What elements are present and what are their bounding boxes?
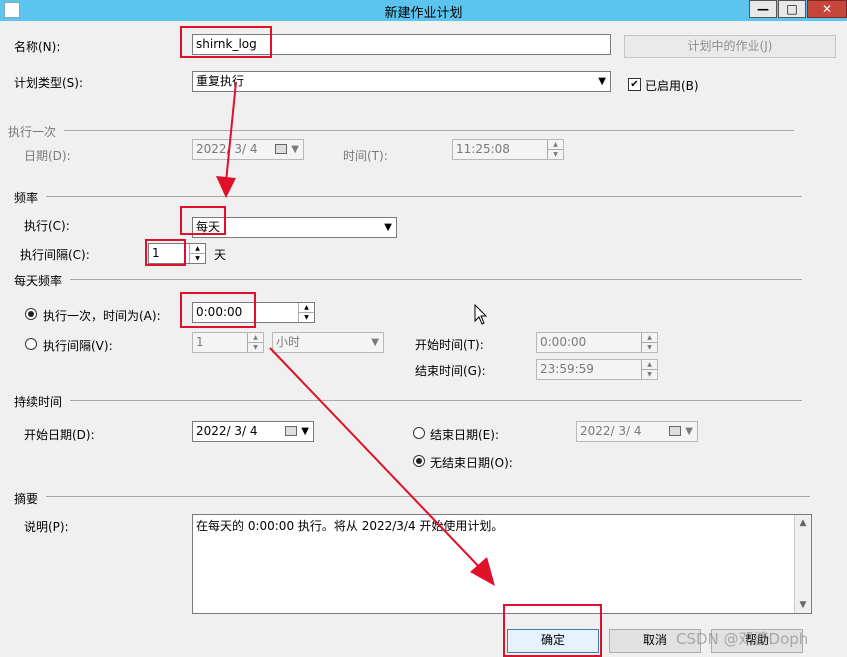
start-date-label: 开始日期(D): (24, 428, 95, 442)
arrow-down-icon: ▼ (304, 313, 309, 321)
one-time-date-label: 日期(D): (24, 149, 71, 163)
duration-separator (70, 400, 802, 401)
close-button[interactable]: ✕ (807, 0, 847, 18)
end-time-label: 结束时间(G): (415, 364, 486, 378)
annotation-box-name (180, 26, 272, 58)
end-date-label: 结束日期(E): (430, 428, 499, 442)
chevron-down-icon: ▼ (598, 76, 606, 87)
description-scrollbar[interactable]: ▲ ▼ (794, 515, 811, 613)
end-date-radio[interactable] (413, 427, 425, 439)
arrow-up-icon: ▲ (548, 140, 563, 150)
calendar-icon (275, 144, 287, 154)
enabled-checkbox[interactable]: ✔ (628, 78, 641, 91)
daily-frequency-separator (70, 279, 802, 280)
occurs-every-unit-value: 小时 (276, 335, 301, 349)
start-date-input[interactable]: 2022/ 3/ 4 ▼ (192, 421, 314, 442)
arrow-up-icon: ▲ (642, 333, 657, 343)
maximize-button[interactable]: □ (778, 0, 806, 18)
end-date-value: 2022/ 3/ 4 (580, 424, 642, 438)
summary-header: 摘要 (14, 492, 39, 506)
jobs-in-schedule-button[interactable]: 计划中的作业(J) (624, 35, 836, 58)
arrow-up-icon: ▲ (299, 303, 314, 313)
frequency-header: 频率 (14, 191, 39, 205)
schedule-type-value: 重复执行 (196, 74, 245, 88)
chevron-down-icon: ▼ (301, 426, 309, 437)
mouse-cursor-icon (474, 304, 488, 325)
end-time-input[interactable]: 23:59:59 ▲ ▼ (536, 359, 658, 380)
start-time-label: 开始时间(T): (415, 338, 484, 352)
end-time-value: 23:59:59 (540, 362, 594, 376)
occurs-every-label: 执行间隔(V): (43, 339, 113, 353)
one-time-time-spinner[interactable]: ▲ ▼ (547, 140, 563, 159)
title-bar: 新建作业计划 — □ ✕ (0, 0, 847, 21)
annotation-arrow-1-line (225, 81, 237, 183)
chevron-down-icon: ▼ (291, 144, 299, 155)
recurs-every-label: 执行间隔(C): (20, 248, 90, 262)
occurs-label: 执行(C): (24, 219, 70, 233)
annotation-box-occurs (180, 206, 226, 235)
end-time-spinner[interactable]: ▲ ▼ (641, 360, 657, 379)
start-time-spinner[interactable]: ▲ ▼ (641, 333, 657, 352)
one-time-date-input[interactable]: 2022/ 3/ 4 ▼ (192, 139, 304, 160)
start-time-value: 0:00:00 (540, 335, 587, 349)
arrow-down-icon: ▼ (647, 343, 652, 351)
recurs-every-unit: 天 (214, 248, 227, 262)
watermark: CSDN @邓婆Doph (676, 630, 809, 648)
frequency-separator (46, 196, 802, 197)
description-text: 在每天的 0:00:00 执行。将从 2022/3/4 开始使用计划。 (196, 519, 504, 533)
start-time-input[interactable]: 0:00:00 ▲ ▼ (536, 332, 658, 353)
no-end-date-radio[interactable] (413, 455, 425, 467)
calendar-icon (285, 426, 297, 436)
description-textarea[interactable]: 在每天的 0:00:00 执行。将从 2022/3/4 开始使用计划。 ▲ ▼ (192, 514, 812, 614)
occurs-every-input[interactable]: 1 ▲ ▼ (192, 332, 264, 353)
arrow-up-icon: ▲ (248, 333, 263, 343)
calendar-icon (669, 426, 681, 436)
daily-frequency-header: 每天频率 (14, 274, 63, 288)
end-date-input[interactable]: 2022/ 3/ 4 ▼ (576, 421, 698, 442)
arrow-down-icon: ▼ (195, 254, 200, 262)
one-time-time-input[interactable]: 11:25:08 ▲ ▼ (452, 139, 564, 160)
summary-separator (46, 496, 810, 497)
one-time-separator (64, 130, 794, 131)
annotation-box-time (180, 292, 256, 328)
occurs-every-value: 1 (196, 335, 204, 349)
chevron-down-icon: ▼ (685, 426, 693, 437)
arrow-up-icon: ▲ (190, 244, 205, 254)
annotation-arrow-1-head (216, 176, 236, 198)
description-label: 说明(P): (24, 520, 69, 534)
occurs-every-spinner[interactable]: ▲ ▼ (247, 333, 263, 352)
scroll-up-icon[interactable]: ▲ (795, 515, 811, 531)
one-time-header: 执行一次 (8, 125, 57, 139)
scroll-down-icon[interactable]: ▼ (795, 597, 811, 613)
arrow-down-icon: ▼ (253, 343, 258, 351)
recurs-every-spinner[interactable]: ▲ ▼ (189, 244, 205, 263)
chevron-down-icon: ▼ (371, 337, 379, 348)
window-title: 新建作业计划 (384, 6, 463, 21)
arrow-down-icon: ▼ (553, 150, 558, 158)
annotation-box-ok (503, 604, 602, 657)
arrow-down-icon: ▼ (647, 370, 652, 378)
no-end-date-label: 无结束日期(O): (430, 456, 513, 470)
chevron-down-icon: ▼ (384, 222, 392, 233)
name-label: 名称(N): (14, 40, 61, 54)
occurs-once-radio[interactable] (25, 308, 37, 320)
schedule-type-label: 计划类型(S): (14, 76, 84, 90)
one-time-date-value: 2022/ 3/ 4 (196, 142, 258, 156)
start-date-value: 2022/ 3/ 4 (196, 424, 258, 438)
annotation-box-recurs (145, 239, 186, 266)
occurs-every-unit-select[interactable]: 小时 ▼ (272, 332, 384, 353)
one-time-time-value: 11:25:08 (456, 142, 510, 156)
occurs-every-radio[interactable] (25, 338, 37, 350)
occurs-once-label: 执行一次，时间为(A): (43, 309, 161, 323)
arrow-up-icon: ▲ (642, 360, 657, 370)
occurs-once-time-spinner[interactable]: ▲ ▼ (298, 303, 314, 322)
duration-header: 持续时间 (14, 395, 63, 409)
one-time-time-label: 时间(T): (343, 149, 388, 163)
minimize-button[interactable]: — (749, 0, 777, 18)
schedule-type-select[interactable]: 重复执行 ▼ (192, 71, 611, 92)
enabled-label: 已启用(B) (645, 79, 699, 93)
